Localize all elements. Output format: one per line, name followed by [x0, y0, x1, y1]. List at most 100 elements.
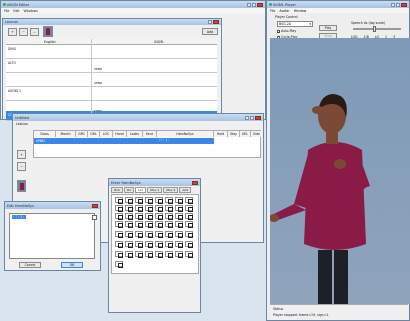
player-maximize-button[interactable] [396, 2, 400, 7]
speed-slider[interactable] [353, 26, 401, 32]
play-button[interactable]: Play [319, 25, 337, 31]
table-row[interactable]: SPND [6, 73, 217, 87]
glyph-key[interactable] [145, 251, 153, 258]
lexicon-minimize-button[interactable] [208, 20, 212, 24]
glyph-key[interactable] [155, 231, 163, 238]
close-button[interactable] [257, 2, 263, 7]
tab-hsh[interactable]: Hsh [111, 187, 123, 193]
tab-ori[interactable]: Ori [123, 187, 135, 193]
player-minimize-button[interactable] [391, 2, 395, 7]
glyph-key[interactable] [165, 241, 173, 248]
glyph-key[interactable] [185, 231, 193, 238]
slider-thumb[interactable] [373, 26, 376, 32]
glyph-key[interactable] [185, 241, 193, 248]
glyph-key[interactable] [115, 205, 123, 212]
glyph-key[interactable] [145, 241, 153, 248]
table-row[interactable]: AVOID 1 [6, 87, 217, 101]
glyph-key[interactable] [175, 205, 183, 212]
remove-row-button[interactable]: − [19, 28, 28, 36]
glyph-key[interactable] [185, 197, 193, 204]
glyph-key[interactable] [145, 231, 153, 238]
scroll-handle[interactable] [92, 215, 97, 220]
glyph-key[interactable] [145, 221, 153, 228]
palette-close-button[interactable] [192, 180, 198, 185]
glyph-key[interactable] [175, 197, 183, 204]
glyph-key[interactable] [135, 197, 143, 204]
glyph-key[interactable] [165, 197, 173, 204]
glyph-key[interactable] [165, 251, 173, 258]
tab-mov1[interactable]: Mov 1 [147, 187, 163, 193]
player-menu-file[interactable]: File [270, 9, 275, 13]
glyph-key[interactable] [135, 241, 143, 248]
glyph-key[interactable] [165, 221, 173, 228]
glyph-key[interactable] [135, 205, 143, 212]
table-row[interactable]: ALTO SPND [6, 59, 217, 73]
lexicon-close-button[interactable] [213, 20, 219, 24]
glyph-key[interactable] [135, 213, 143, 220]
sign-minimize-button[interactable] [245, 115, 249, 120]
glyph-key[interactable] [175, 241, 183, 248]
avatar-viewport[interactable] [270, 38, 410, 304]
glyph-key[interactable] [155, 221, 163, 228]
move-down-button[interactable]: − [17, 162, 26, 171]
glyph-key[interactable] [175, 251, 183, 258]
glyph-key[interactable] [145, 205, 153, 212]
glyph-key[interactable] [135, 231, 143, 238]
glyph-key[interactable] [185, 251, 193, 258]
maximize-button[interactable] [252, 2, 256, 7]
glyph-key[interactable] [125, 241, 133, 248]
glyph-key[interactable] [155, 241, 163, 248]
glyph-key[interactable] [175, 231, 183, 238]
move-up-button[interactable]: + [17, 150, 26, 159]
ok-button[interactable]: OK [61, 262, 83, 268]
checkbox-auto-play[interactable]: ✓ Auto-Play [277, 29, 296, 33]
edit-row-button[interactable]: … [30, 28, 39, 36]
menu-file[interactable]: File [4, 9, 9, 13]
glyph-key[interactable] [165, 205, 173, 212]
glyph-key[interactable] [145, 213, 153, 220]
glyph-key[interactable] [125, 231, 133, 238]
glyph-key[interactable] [125, 213, 133, 220]
esign-editor-titlebar[interactable]: eSIGN Editor [1, 1, 265, 8]
glyph-key[interactable] [115, 231, 123, 238]
tab-ahd[interactable]: Ahd [179, 187, 192, 193]
tab-loc[interactable]: Loc [135, 187, 147, 193]
dialog-close-button[interactable] [92, 203, 98, 208]
glyph-key[interactable] [115, 241, 123, 248]
player-titlebar[interactable]: SiGML Player [267, 1, 409, 8]
table-row[interactable]: DRIG [6, 45, 217, 59]
glyph-key[interactable] [145, 197, 153, 204]
sign-window-titlebar[interactable]: Untitled [13, 114, 263, 121]
cancel-button[interactable]: Cancel [19, 262, 41, 268]
glyph-key[interactable] [165, 213, 173, 220]
minimize-button[interactable] [247, 2, 251, 7]
glyph-key[interactable] [125, 205, 133, 212]
glyph-key[interactable] [125, 197, 133, 204]
glyph-key[interactable] [155, 197, 163, 204]
lexicon-titlebar[interactable]: Lexicon [3, 19, 221, 25]
glyph-key[interactable] [185, 205, 193, 212]
player-menu-avatar[interactable]: Avatar [279, 9, 289, 13]
edit-hamnosys-titlebar[interactable]: Edit HamNoSys [5, 202, 100, 209]
avatar-select[interactable]: BSG-2A ▾ [277, 21, 313, 27]
add-row-button[interactable]: + [8, 28, 17, 36]
tab-mov2[interactable]: Mov 2 [163, 187, 179, 193]
enter-hamnosys-titlebar[interactable]: Enter HamNoSys [109, 179, 200, 186]
signer-thumbnail-2[interactable] [17, 180, 26, 192]
glyph-key[interactable] [155, 251, 163, 258]
glyph-key[interactable] [135, 221, 143, 228]
glyph-key[interactable] [175, 221, 183, 228]
glyph-key[interactable] [115, 213, 123, 220]
player-menu-window[interactable]: Window [294, 9, 307, 13]
glyph-key[interactable] [185, 213, 193, 220]
glyph-key[interactable] [155, 213, 163, 220]
glyph-key[interactable] [115, 251, 123, 258]
glyph-key[interactable] [115, 261, 123, 268]
glyph-key[interactable] [185, 221, 193, 228]
glyph-key[interactable] [165, 231, 173, 238]
sign-maximize-button[interactable] [250, 115, 254, 120]
glyph-key[interactable] [175, 213, 183, 220]
menu-windows[interactable]: Windows [24, 9, 38, 13]
sign-close-button[interactable] [255, 115, 261, 120]
sign-row[interactable]: SPND ᚠᛏᛁ ᛒᚲ [34, 138, 214, 144]
